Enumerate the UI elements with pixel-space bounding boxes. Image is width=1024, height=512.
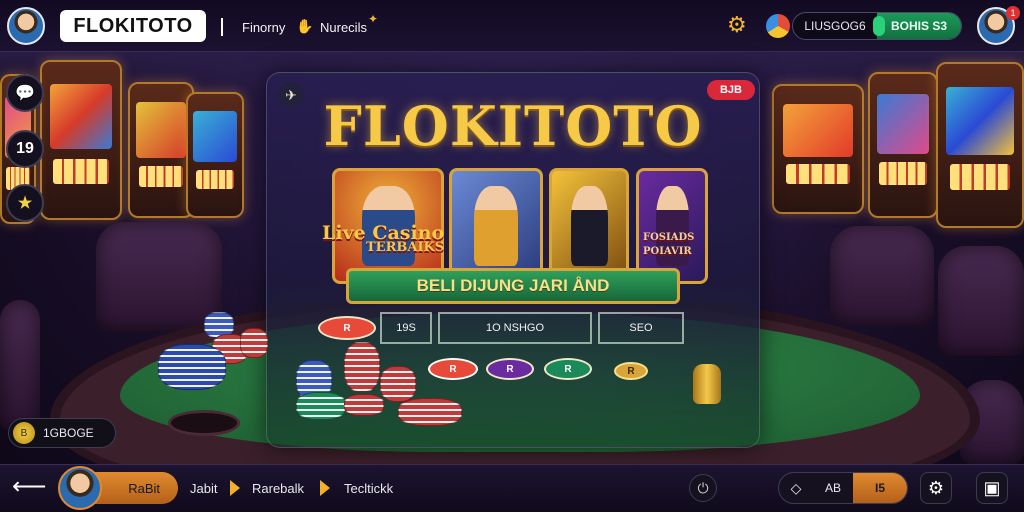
game-tile[interactable] — [636, 168, 708, 284]
tile-label: TERBAIKS — [366, 240, 445, 255]
chair — [0, 300, 40, 430]
slot-machine — [936, 62, 1024, 228]
deposit-button[interactable]: BOHIS S3 — [877, 13, 961, 39]
chip-token[interactable]: R — [544, 358, 592, 380]
dealer-button — [693, 364, 721, 404]
bet-area[interactable]: 1O NSHGO — [438, 312, 592, 344]
cup-holder — [168, 410, 240, 436]
slot-machine — [772, 84, 864, 214]
slot-machine — [40, 60, 122, 220]
chair — [830, 226, 934, 326]
slot-machine — [128, 82, 194, 218]
bet-value[interactable]: I5 — [853, 473, 907, 503]
footer-avatar[interactable] — [58, 466, 102, 510]
chip-stack — [344, 394, 384, 416]
chevron-right-icon — [320, 480, 330, 496]
slot-machine — [186, 92, 244, 218]
power-icon[interactable]: ⏻ — [689, 474, 717, 502]
chip-stack — [380, 366, 416, 402]
coin-balance-value: 1GBOGE — [43, 426, 94, 440]
chat-bubble-icon[interactable]: 💬 — [6, 74, 44, 112]
brand-logo[interactable]: FLOKITOTO — [60, 10, 206, 42]
balance-pill[interactable]: LIUSGOG6 BOHIS S3 — [792, 12, 962, 40]
chip-token[interactable]: R — [428, 358, 478, 380]
bet-selector[interactable]: ◇ AB I5 — [778, 472, 908, 504]
back-arrow-icon[interactable]: ⟵ — [12, 474, 46, 500]
bet-area[interactable]: SEO — [598, 312, 684, 344]
tile-label: FOSIADS — [643, 232, 695, 243]
user-label: RaBit — [128, 480, 160, 496]
footer-nav-link[interactable]: Tecltickk — [344, 481, 393, 496]
divider — [221, 18, 223, 36]
settings-gear-icon[interactable]: ⚙ — [920, 472, 952, 504]
chip-stack — [158, 344, 226, 390]
window-icon[interactable]: ▣ — [976, 472, 1008, 504]
player-avatar[interactable] — [7, 7, 45, 45]
coin-balance[interactable]: B 1GBOGE — [8, 418, 116, 448]
bet-area[interactable]: 19S — [380, 312, 432, 344]
rail-number-button[interactable]: 19 — [6, 130, 44, 168]
chair — [938, 246, 1024, 356]
chevron-right-icon — [230, 480, 240, 496]
coin-icon: B — [13, 422, 35, 444]
game-title: FLOKITOTO — [323, 94, 703, 158]
nav-link[interactable]: Finorny — [242, 20, 285, 35]
chip-stack — [344, 342, 380, 392]
chip-token[interactable]: R — [486, 358, 534, 380]
toggle-knob — [873, 16, 885, 36]
footer-nav-link[interactable]: Rarebalk — [252, 481, 304, 496]
sparkle-icon: ✦ — [368, 12, 379, 26]
chip-token[interactable]: R — [318, 316, 376, 340]
promo-banner[interactable]: BELI DIJUNG JARI ÅND — [346, 268, 680, 304]
bet-amount: AB — [824, 481, 841, 495]
nav-link[interactable]: Nurecils — [320, 20, 367, 35]
game-tile[interactable] — [549, 168, 629, 284]
chip-stack — [296, 392, 346, 420]
settings-gear-icon[interactable]: ⚙ — [727, 14, 747, 36]
diamond-icon: ◇ — [790, 479, 802, 496]
game-tile[interactable] — [449, 168, 543, 284]
slot-machine — [868, 72, 938, 218]
wallet-icon[interactable] — [766, 14, 790, 38]
chip-stack — [240, 328, 268, 358]
star-icon[interactable]: ★ — [6, 184, 44, 222]
hand-icon: ✋ — [296, 18, 314, 34]
chip-token[interactable]: R — [614, 362, 648, 380]
chair — [96, 222, 222, 332]
tile-label: POIAVIR — [643, 246, 692, 257]
chip-stack — [398, 398, 462, 426]
footer-nav-link[interactable]: Jabit — [190, 481, 217, 496]
balance-value: LIUSGOG6 — [804, 19, 866, 33]
notification-badge: 1 — [1006, 6, 1020, 20]
